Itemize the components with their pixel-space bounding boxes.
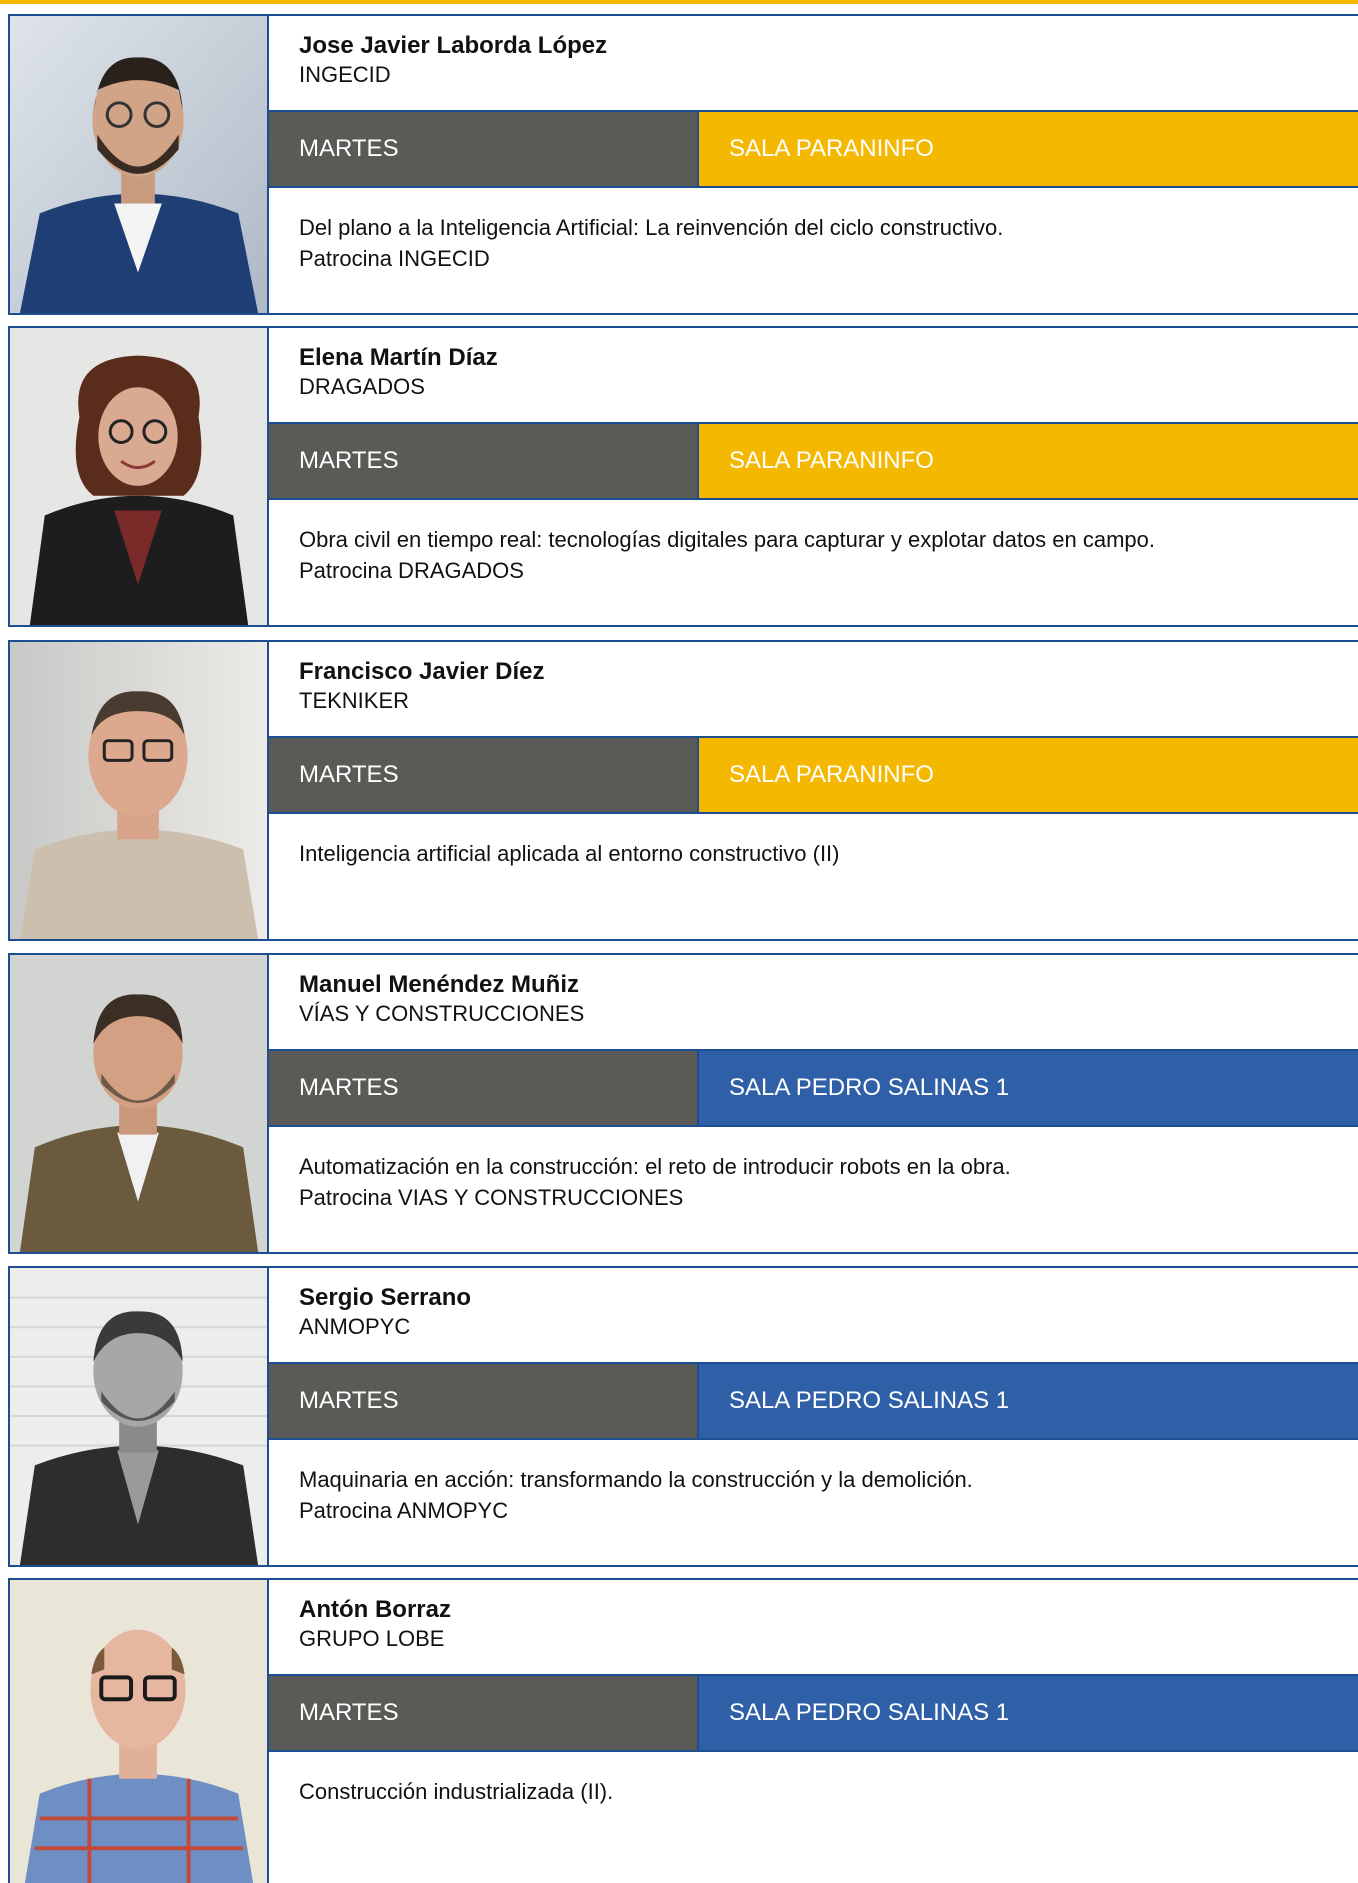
session-day: MARTES bbox=[269, 738, 699, 812]
schedule-bar: MARTES SALA PARANINFO bbox=[269, 110, 1358, 188]
speaker-photo bbox=[10, 1580, 269, 1883]
speaker-organization: GRUPO LOBE bbox=[299, 1626, 445, 1651]
talk-title: Inteligencia artificial aplicada al ento… bbox=[299, 841, 840, 866]
talk-description: Maquinaria en acción: transformando la c… bbox=[299, 1464, 1328, 1526]
schedule-bar: MARTES SALA PEDRO SALINAS 1 bbox=[269, 1362, 1358, 1440]
session-room: SALA PEDRO SALINAS 1 bbox=[699, 1051, 1358, 1125]
talk-description: Automatización en la construcción: el re… bbox=[299, 1151, 1328, 1213]
talk-sponsor: Patrocina INGECID bbox=[299, 246, 490, 271]
schedule-bar: MARTES SALA PEDRO SALINAS 1 bbox=[269, 1674, 1358, 1752]
speaker-photo bbox=[10, 328, 269, 625]
talk-title: Maquinaria en acción: transformando la c… bbox=[299, 1467, 973, 1492]
talk-description: Del plano a la Inteligencia Artificial: … bbox=[299, 212, 1328, 274]
session-day: MARTES bbox=[269, 1676, 699, 1750]
session-room: SALA PARANINFO bbox=[699, 112, 1358, 186]
speaker-name: Elena Martín Díaz bbox=[299, 344, 498, 371]
speaker-organization: TEKNIKER bbox=[299, 688, 410, 713]
speaker-photo bbox=[10, 642, 269, 939]
talk-sponsor: Patrocina ANMOPYC bbox=[299, 1498, 509, 1523]
speaker-name: Francisco Javier Díez bbox=[299, 658, 545, 685]
speaker-organization: DRAGADOS bbox=[299, 374, 425, 399]
talk-sponsor: Patrocina DRAGADOS bbox=[299, 558, 524, 583]
talk-title: Construcción industrializada (II). bbox=[299, 1779, 614, 1804]
speaker-name: Sergio Serrano bbox=[299, 1284, 472, 1311]
talk-title: Automatización en la construcción: el re… bbox=[299, 1154, 1011, 1179]
session-room: SALA PEDRO SALINAS 1 bbox=[699, 1364, 1358, 1438]
speaker-card: Antón Borraz GRUPO LOBE MARTES SALA PEDR… bbox=[8, 1578, 1358, 1883]
session-day: MARTES bbox=[269, 112, 699, 186]
speaker-organization: VÍAS Y CONSTRUCCIONES bbox=[299, 1001, 585, 1026]
talk-title: Obra civil en tiempo real: tecnologías d… bbox=[299, 527, 1156, 552]
speaker-organization: ANMOPYC bbox=[299, 1314, 411, 1339]
talk-sponsor: Patrocina VIAS Y CONSTRUCCIONES bbox=[299, 1185, 684, 1210]
speaker-card: Francisco Javier Díez TEKNIKER MARTES SA… bbox=[8, 640, 1358, 941]
session-room: SALA PARANINFO bbox=[699, 738, 1358, 812]
talk-title: Del plano a la Inteligencia Artificial: … bbox=[299, 215, 1004, 240]
session-day: MARTES bbox=[269, 1364, 699, 1438]
speaker-photo bbox=[10, 955, 269, 1252]
speaker-photo bbox=[10, 1268, 269, 1565]
speaker-card: Jose Javier Laborda López INGECID MARTES… bbox=[8, 14, 1358, 315]
session-day: MARTES bbox=[269, 1051, 699, 1125]
speaker-organization: INGECID bbox=[299, 62, 391, 87]
talk-description: Construcción industrializada (II). bbox=[299, 1776, 1328, 1807]
session-room: SALA PARANINFO bbox=[699, 424, 1358, 498]
schedule-bar: MARTES SALA PARANINFO bbox=[269, 422, 1358, 500]
schedule-bar: MARTES SALA PEDRO SALINAS 1 bbox=[269, 1049, 1358, 1127]
talk-description: Inteligencia artificial aplicada al ento… bbox=[299, 838, 1328, 869]
session-room: SALA PEDRO SALINAS 1 bbox=[699, 1676, 1358, 1750]
speaker-card: Sergio Serrano ANMOPYC MARTES SALA PEDRO… bbox=[8, 1266, 1358, 1567]
talk-description: Obra civil en tiempo real: tecnologías d… bbox=[299, 524, 1328, 586]
speaker-photo bbox=[10, 16, 269, 313]
top-accent-rule bbox=[0, 0, 1358, 4]
speaker-name: Manuel Menéndez Muñiz bbox=[299, 971, 580, 998]
speaker-name: Antón Borraz bbox=[299, 1596, 451, 1623]
session-day: MARTES bbox=[269, 424, 699, 498]
speaker-card: Manuel Menéndez Muñiz VÍAS Y CONSTRUCCIO… bbox=[8, 953, 1358, 1254]
speaker-card: Elena Martín Díaz DRAGADOS MARTES SALA P… bbox=[8, 326, 1358, 627]
speaker-name: Jose Javier Laborda López bbox=[299, 32, 608, 59]
schedule-bar: MARTES SALA PARANINFO bbox=[269, 736, 1358, 814]
